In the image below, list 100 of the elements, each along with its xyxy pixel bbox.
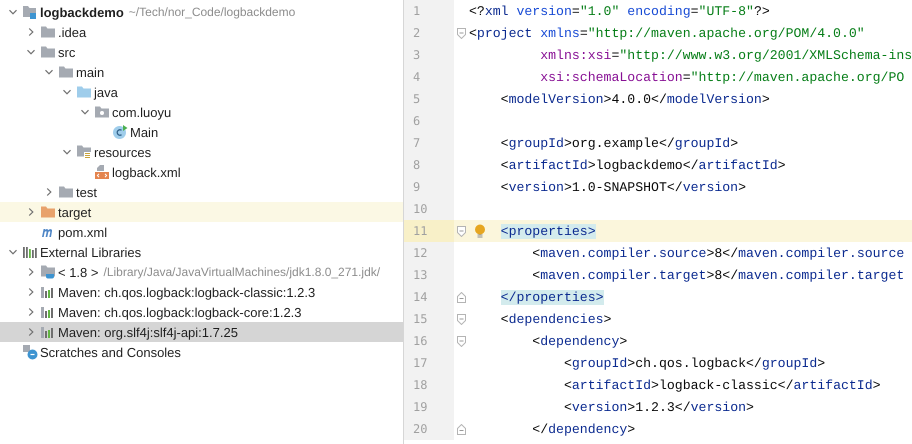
code-line: <maven.compiler.source>8</maven.compiler.source bbox=[531, 246, 904, 260]
folder-icon bbox=[58, 185, 74, 199]
tree-item[interactable]: logbackdemo ~/Tech/nor_Code/logbackdemo bbox=[0, 2, 403, 22]
folder-icon bbox=[58, 65, 74, 79]
tree-label: com.luoyu bbox=[112, 104, 172, 120]
library-icon bbox=[40, 285, 56, 299]
lightbulb-icon[interactable] bbox=[474, 224, 486, 238]
line-number: 10 bbox=[413, 202, 428, 216]
scratches-icon bbox=[22, 344, 38, 360]
path-hint: ~/Tech/nor_Code/logbackdemo bbox=[128, 5, 296, 19]
folder-icon bbox=[40, 205, 56, 219]
code-line: <version>1.2.3</version> bbox=[562, 400, 754, 414]
chevron-right-icon[interactable] bbox=[26, 327, 36, 337]
code-line: <maven.compiler.target>8</maven.compiler.target bbox=[531, 268, 904, 282]
code-line: <dependencies> bbox=[500, 312, 612, 326]
code-line: <?xml version="1.0" encoding="UTF-8"?> bbox=[469, 4, 770, 18]
folder-icon bbox=[40, 45, 56, 59]
chevron-down-icon[interactable] bbox=[26, 47, 36, 57]
line-number: 16 bbox=[413, 334, 428, 348]
chevron-down-icon[interactable] bbox=[62, 147, 72, 157]
line-number: 5 bbox=[413, 92, 420, 106]
line-number: 14 bbox=[413, 290, 428, 304]
line-number: 9 bbox=[413, 180, 420, 194]
line-number: 3 bbox=[413, 48, 420, 62]
tree-item[interactable]: < 1.8 > /Library/Java/JavaVirtualMachines/jdk1.8.0_271.jdk/ bbox=[0, 262, 403, 282]
chevron-right-icon[interactable] bbox=[26, 27, 36, 37]
code-line: <version>1.0-SNAPSHOT</version> bbox=[500, 180, 746, 194]
tree-label: main bbox=[76, 64, 104, 80]
code-line: <modelVersion>4.0.0</modelVersion> bbox=[500, 92, 770, 106]
folder-icon bbox=[40, 25, 56, 39]
tree-item[interactable]: test bbox=[0, 182, 403, 202]
tree-item[interactable]: Maven: ch.qos.logback:logback-classic:1.2.3 bbox=[0, 282, 403, 302]
tree-item[interactable]: logback.xml bbox=[0, 162, 403, 182]
tree-item[interactable]: Scratches and Consoles bbox=[0, 342, 403, 362]
tree-item[interactable]: main bbox=[0, 62, 403, 82]
code-line: xsi:schemaLocation="http://maven.apache.org/PO bbox=[539, 70, 904, 84]
tree-label: logbackdemo bbox=[40, 4, 124, 20]
tree-item[interactable]: target bbox=[0, 202, 403, 222]
tree-item[interactable]: Maven: ch.qos.logback:logback-core:1.2.3 bbox=[0, 302, 403, 322]
code-line: <groupId>org.example</groupId> bbox=[500, 136, 738, 150]
libraries-icon bbox=[22, 245, 38, 259]
tree-label: Maven: ch.qos.logback:logback-classic:1.2.3 bbox=[58, 284, 316, 300]
line-number: 2 bbox=[413, 26, 420, 40]
chevron-down-icon[interactable] bbox=[8, 7, 18, 17]
package-icon bbox=[94, 105, 110, 119]
chevron-right-icon[interactable] bbox=[26, 307, 36, 317]
tree-label: .idea bbox=[58, 24, 86, 40]
chevron-right-icon[interactable] bbox=[26, 287, 36, 297]
tree-item[interactable]: Maven: org.slf4j:slf4j-api:1.7.25 bbox=[0, 322, 403, 342]
tree-label: < 1.8 > bbox=[58, 264, 98, 280]
chevron-right-icon[interactable] bbox=[26, 207, 36, 217]
tree-label: Main bbox=[130, 124, 158, 140]
code-line: <artifactId>logback-classic</artifactId> bbox=[562, 378, 881, 392]
library-icon bbox=[40, 325, 56, 339]
code-line: xmlns:xsi="http://www.w3.org/2001/XMLSchema-ins bbox=[539, 48, 912, 62]
tree-item[interactable]: resources bbox=[0, 142, 403, 162]
fold-icon[interactable] bbox=[456, 226, 466, 236]
code-line: <artifactId>logbackdemo</artifactId> bbox=[500, 158, 786, 172]
chevron-down-icon[interactable] bbox=[80, 107, 90, 117]
line-number: 13 bbox=[413, 268, 428, 282]
chevron-down-icon[interactable] bbox=[8, 247, 18, 257]
tree-label: test bbox=[76, 184, 97, 200]
fold-icon[interactable] bbox=[456, 336, 466, 346]
tree-label: External Libraries bbox=[40, 244, 142, 260]
line-number: 8 bbox=[413, 158, 420, 172]
code-line: <dependency> bbox=[531, 334, 628, 348]
chevron-down-icon[interactable] bbox=[44, 67, 54, 77]
fold-icon[interactable] bbox=[456, 314, 466, 324]
tree-label: src bbox=[58, 44, 76, 60]
tree-label: Maven: ch.qos.logback:logback-core:1.2.3 bbox=[58, 304, 302, 320]
fold-end-icon[interactable] bbox=[456, 292, 466, 302]
line-number: 12 bbox=[413, 246, 428, 260]
fold-icon[interactable] bbox=[456, 28, 466, 38]
tree-item[interactable]: com.luoyu bbox=[0, 102, 403, 122]
chevron-right-icon[interactable] bbox=[26, 267, 36, 277]
tree-item[interactable]: java bbox=[0, 82, 403, 102]
code-line: <project xmlns="http://maven.apache.org/POM/4.0.0" bbox=[469, 26, 865, 40]
tree-label: Maven: org.slf4j:slf4j-api:1.7.25 bbox=[58, 324, 238, 340]
line-number: 15 bbox=[413, 312, 428, 326]
line-number: 7 bbox=[413, 136, 420, 150]
path-hint: /Library/Java/JavaVirtualMachines/jdk1.8.0_271.jdk/ bbox=[103, 265, 380, 279]
tree-item[interactable]: src bbox=[0, 42, 403, 62]
line-number: 6 bbox=[413, 114, 420, 128]
chevron-down-icon[interactable] bbox=[62, 87, 72, 97]
tree-item[interactable]: pom.xml bbox=[0, 222, 403, 242]
line-number: 17 bbox=[413, 356, 428, 370]
tree-item[interactable]: .idea bbox=[0, 22, 403, 42]
tree-item[interactable]: Main bbox=[0, 122, 403, 142]
chevron-right-icon[interactable] bbox=[44, 187, 54, 197]
line-number: 18 bbox=[413, 378, 428, 392]
tree-label: logback.xml bbox=[112, 164, 181, 180]
code-line: </dependency> bbox=[531, 422, 636, 436]
tree-item[interactable]: External Libraries bbox=[0, 242, 403, 262]
line-number: 20 bbox=[413, 422, 428, 436]
line-number: 4 bbox=[413, 70, 420, 84]
folder-icon bbox=[76, 85, 92, 99]
line-number: 11 bbox=[413, 224, 428, 238]
fold-end-icon[interactable] bbox=[456, 424, 466, 434]
xml-file-icon bbox=[94, 164, 110, 180]
line-number: 19 bbox=[413, 400, 428, 414]
